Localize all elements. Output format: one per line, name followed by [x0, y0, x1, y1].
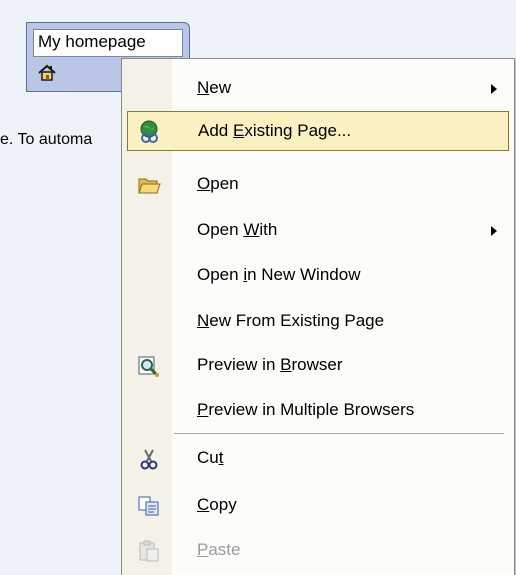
menu-item-label: Open in New Window — [197, 265, 361, 284]
menu-item-preview-browser[interactable]: Preview in Browser — [127, 346, 509, 386]
menu-item-new-from-existing[interactable]: New From Existing Page — [127, 302, 509, 342]
menu-item-label: Open — [197, 174, 239, 193]
menu-item-cut[interactable]: Cut — [127, 439, 509, 479]
site-title-label[interactable]: My homepage — [33, 29, 183, 57]
submenu-arrow-icon — [491, 84, 497, 94]
menu-item-preview-multiple[interactable]: Preview in Multiple Browsers — [127, 391, 509, 431]
menu-item-copy[interactable]: Copy — [127, 486, 509, 526]
menu-item-label: Preview in Browser — [197, 355, 343, 374]
open-folder-icon — [137, 173, 161, 197]
paste-icon — [137, 539, 161, 563]
menu-item-add-existing-page[interactable]: Add Existing Page... — [127, 111, 509, 151]
menu-item-label: Open With — [197, 220, 278, 239]
menu-separator — [174, 433, 504, 434]
background-description-text: e. To automa — [0, 131, 93, 148]
submenu-arrow-icon — [491, 226, 497, 236]
scissors-icon — [137, 447, 161, 471]
menu-item-paste[interactable]: Paste — [127, 531, 509, 571]
menu-item-label: Cut — [197, 448, 224, 467]
menu-item-open-new-window[interactable]: Open in New Window — [127, 256, 509, 296]
home-icon — [37, 63, 57, 83]
menu-item-label: Add Existing Page... — [198, 121, 352, 140]
preview-browser-icon — [137, 354, 161, 378]
menu-item-new[interactable]: New — [127, 69, 509, 109]
menu-item-label: Copy — [197, 495, 237, 514]
menu-item-label: Preview in Multiple Browsers — [197, 400, 415, 419]
add-page-globe-icon — [138, 120, 162, 144]
menu-item-label: New — [197, 78, 232, 97]
menu-item-open[interactable]: Open — [127, 165, 509, 205]
menu-item-label: New From Existing Page — [197, 311, 385, 330]
menu-item-label: Paste — [197, 540, 241, 559]
menu-item-open-with[interactable]: Open With — [127, 211, 509, 251]
context-menu: New Add Existing Page... Open Open With — [121, 58, 515, 575]
copy-icon — [137, 494, 161, 518]
